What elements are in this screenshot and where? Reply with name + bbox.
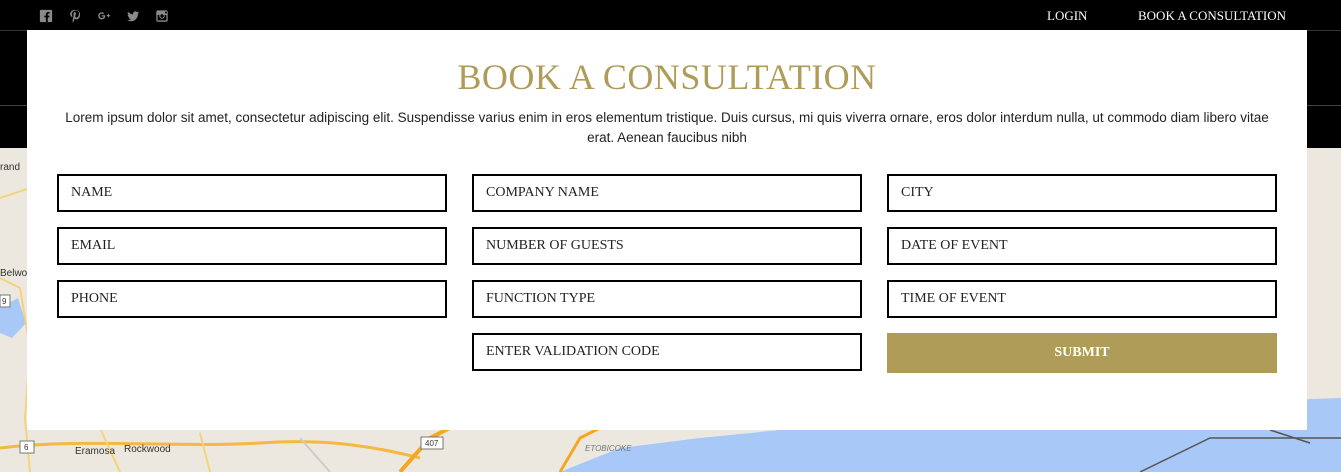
map-label: 6 [24, 443, 29, 452]
map-label: 407 [425, 439, 439, 448]
modal-description: Lorem ipsum dolor sit amet, consectetur … [65, 110, 1269, 145]
validation-code-field[interactable] [472, 333, 862, 371]
time-of-event-field[interactable] [887, 280, 1277, 318]
map-label: Eramosa [75, 446, 116, 457]
consultation-modal: BOOK A CONSULTATION Lorem ipsum dolor si… [27, 30, 1307, 430]
map-label: Belwo [0, 268, 28, 279]
email-field[interactable] [57, 227, 447, 265]
function-type-field[interactable] [472, 280, 862, 318]
company-name-field[interactable] [472, 174, 862, 212]
date-of-event-field[interactable] [887, 227, 1277, 265]
modal-title: BOOK A CONSULTATION [457, 57, 877, 97]
twitter-icon[interactable] [125, 8, 141, 24]
google-plus-icon[interactable] [96, 8, 112, 24]
book-consultation-link[interactable]: BOOK A CONSULTATION [1138, 8, 1286, 24]
city-field[interactable] [887, 174, 1277, 212]
number-of-guests-field[interactable] [472, 227, 862, 265]
login-link[interactable]: LOGIN [1047, 8, 1087, 24]
instagram-icon[interactable] [154, 8, 170, 24]
facebook-icon[interactable] [38, 8, 54, 24]
social-links [38, 8, 170, 24]
phone-field[interactable] [57, 280, 447, 318]
top-bar: LOGIN BOOK A CONSULTATION [0, 0, 1341, 31]
map-label: rand [0, 162, 21, 173]
submit-button[interactable]: SUBMIT [887, 333, 1277, 373]
pinterest-icon[interactable] [67, 8, 83, 24]
name-field[interactable] [57, 174, 447, 212]
map-label: Rockwood [124, 444, 171, 455]
map-label: 9 [2, 297, 7, 306]
map-label: ETOBICOKE [585, 444, 632, 453]
